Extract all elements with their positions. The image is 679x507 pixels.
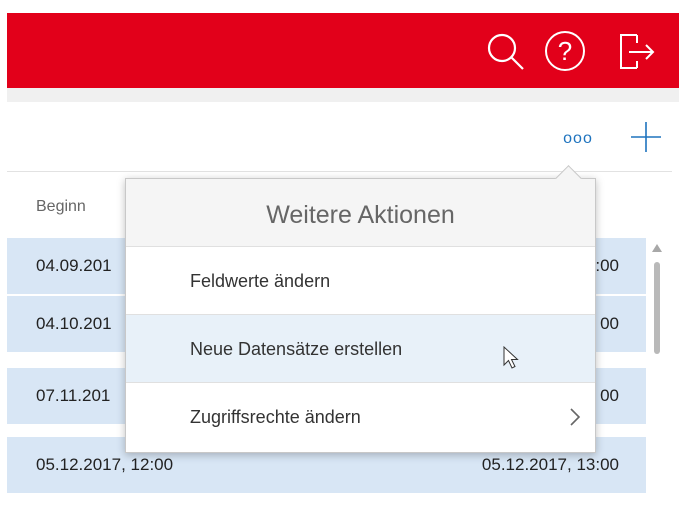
cell-end: 00 — [600, 386, 619, 405]
scrollbar-thumb[interactable] — [654, 262, 660, 354]
logout-icon[interactable] — [617, 31, 657, 71]
more-actions-popover: Weitere Aktionen Feldwerte ändern Neue D… — [125, 165, 596, 453]
menu-item-change-access-rights[interactable]: Zugriffsrechte ändern — [126, 383, 595, 451]
menu-item-label: Zugriffsrechte ändern — [190, 407, 361, 427]
popover-header: Weitere Aktionen — [126, 179, 595, 247]
top-bar: ? — [7, 13, 679, 88]
cell-end: 00 — [600, 314, 619, 333]
cell-begin: 04.10.201 — [36, 314, 112, 333]
mouse-cursor-icon — [503, 346, 519, 369]
chevron-right-icon — [570, 408, 581, 426]
scroll-up-arrow-icon[interactable] — [652, 244, 662, 252]
popover-title: Weitere Aktionen — [266, 201, 455, 229]
cell-begin: 05.12.2017, 12:00 — [36, 455, 174, 474]
help-symbol: ? — [557, 36, 573, 66]
menu-item-label: Feldwerte ändern — [190, 271, 331, 291]
cell-begin: 04.09.201 — [36, 256, 112, 275]
toolbar: ooo — [7, 102, 679, 172]
cell-end: 05.12.2017, 13:00 — [481, 455, 619, 474]
help-icon[interactable]: ? — [545, 31, 585, 71]
menu-item-label: Neue Datensätze erstellen — [190, 339, 403, 359]
cell-begin: 07.11.201 — [36, 386, 111, 405]
menu-item-edit-field-values[interactable]: Feldwerte ändern — [126, 247, 595, 315]
search-icon[interactable] — [485, 31, 525, 71]
more-icon[interactable]: ooo — [556, 128, 600, 150]
add-icon[interactable] — [629, 120, 663, 154]
column-header-beginn[interactable]: Beginn — [36, 198, 86, 216]
menu-item-create-records[interactable]: Neue Datensätze erstellen — [126, 315, 595, 383]
cell-end: :00 — [595, 256, 619, 275]
header-separator-strip — [7, 88, 679, 102]
